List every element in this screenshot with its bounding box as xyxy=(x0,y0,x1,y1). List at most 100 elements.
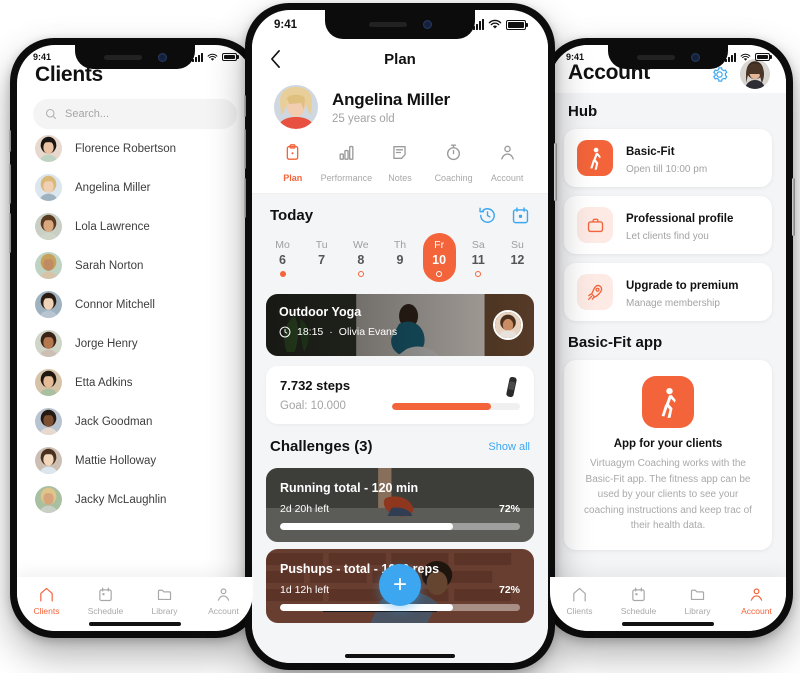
client-name: Mattie Holloway xyxy=(75,454,157,467)
day-of-week: Th xyxy=(393,239,407,251)
list-item[interactable]: Jacky McLaughlin xyxy=(17,480,253,519)
tab-account[interactable]: Account xyxy=(727,586,786,616)
avatar[interactable] xyxy=(274,85,318,129)
steps-progress-track xyxy=(392,403,520,410)
session-separator: · xyxy=(329,326,333,338)
note-icon xyxy=(390,143,409,167)
hub-list[interactable]: Basic-Fit Open till 10:00 pm Professiona… xyxy=(550,129,786,321)
client-profile-header[interactable]: Angelina Miller 25 years old xyxy=(252,79,548,129)
list-item[interactable]: Connor Mitchell xyxy=(17,285,253,324)
day-cell-we[interactable]: We 8 xyxy=(344,233,377,282)
challenges-section-header: Challenges (3) Show all xyxy=(252,424,548,461)
search-input[interactable]: Search... xyxy=(33,99,237,129)
back-chevron-icon[interactable] xyxy=(270,49,281,69)
tab-library[interactable]: Library xyxy=(668,586,727,616)
mute-switch[interactable] xyxy=(8,130,11,152)
today-actions[interactable] xyxy=(478,206,530,225)
volume-up-button[interactable] xyxy=(243,129,246,169)
day-cell-sa[interactable]: Sa 11 xyxy=(462,233,495,282)
power-button[interactable] xyxy=(792,178,795,236)
client-list[interactable]: Florence Robertson Angelina Miller Lola … xyxy=(17,129,253,519)
session-coach: Olivia Evans xyxy=(338,326,398,338)
list-item[interactable]: Lola Lawrence xyxy=(17,207,253,246)
tab-label: Library xyxy=(151,606,178,616)
segment-label: Coaching xyxy=(434,173,473,183)
search-icon xyxy=(45,108,57,120)
list-item[interactable]: Mattie Holloway xyxy=(17,441,253,480)
day-marker-dot xyxy=(397,271,403,277)
segment-performance[interactable]: Performance xyxy=(320,143,374,183)
tab-clients[interactable]: Clients xyxy=(550,586,609,616)
app-promo-body: Virtuagym Coaching works with the Basic-… xyxy=(584,458,752,531)
list-item[interactable]: Etta Adkins xyxy=(17,363,253,402)
day-cell-fr[interactable]: Fr 10 xyxy=(422,233,456,282)
volume-down-button[interactable] xyxy=(243,178,246,218)
person-icon xyxy=(215,586,232,603)
segment-tabs[interactable]: Plan Performance Notes Coaching Account xyxy=(252,129,548,194)
client-name: Florence Robertson xyxy=(75,142,176,155)
session-time: 18:15 xyxy=(297,326,324,338)
steps-progress-fill xyxy=(392,403,491,410)
rocket-icon xyxy=(577,274,613,310)
mute-switch[interactable] xyxy=(243,95,246,117)
three-phone-mockup: 9:41 Clients Search... Florence Robertso… xyxy=(0,0,800,673)
list-item[interactable]: Angelina Miller xyxy=(17,168,253,207)
hub-item[interactable]: Professional profile Let clients find yo… xyxy=(564,196,772,254)
add-button[interactable]: + xyxy=(379,564,421,606)
tab-schedule[interactable]: Schedule xyxy=(76,586,135,616)
challenge-percent: 72% xyxy=(498,503,520,515)
session-title: Outdoor Yoga xyxy=(279,305,362,319)
home-icon xyxy=(571,586,588,603)
segment-notes[interactable]: Notes xyxy=(373,143,427,183)
hub-item-title: Upgrade to premium xyxy=(626,279,739,292)
show-all-link[interactable]: Show all xyxy=(488,441,530,453)
hub-item[interactable]: Upgrade to premium Manage membership xyxy=(564,263,772,321)
week-date-selector[interactable]: Mo 6 Tu 7 We 8 Th 9 Fr 10 Sa 11 Su 12 xyxy=(252,231,548,288)
avatar xyxy=(35,408,62,435)
segment-coaching[interactable]: Coaching xyxy=(427,143,481,183)
tab-label: Schedule xyxy=(620,606,657,616)
client-age: 25 years old xyxy=(332,112,395,125)
tab-account[interactable]: Account xyxy=(194,586,253,616)
app-promo-card[interactable]: App for your clients Virtuagym Coaching … xyxy=(564,360,772,550)
volume-down-button[interactable] xyxy=(8,213,11,253)
challenge-card[interactable]: Running total - 120 min 2d 20h left 72% xyxy=(266,468,534,542)
calendar-icon xyxy=(630,586,647,603)
client-name: Connor Mitchell xyxy=(75,298,155,311)
power-button[interactable] xyxy=(554,143,557,201)
history-icon[interactable] xyxy=(478,206,497,225)
segment-account[interactable]: Account xyxy=(480,143,534,183)
steps-card[interactable]: 7.732 steps Goal: 10.000 xyxy=(266,366,534,424)
left-screen: 9:41 Clients Search... Florence Robertso… xyxy=(17,45,253,631)
avatar xyxy=(35,447,62,474)
day-of-week: Su xyxy=(511,239,524,251)
tab-label: Account xyxy=(741,606,772,616)
segment-plan[interactable]: Plan xyxy=(266,143,320,183)
client-name: Angelina Miller xyxy=(75,181,151,194)
avatar xyxy=(35,213,62,240)
volume-up-button[interactable] xyxy=(8,164,11,204)
nav-title: Plan xyxy=(384,50,416,68)
coach-avatar[interactable] xyxy=(493,310,523,340)
tab-schedule[interactable]: Schedule xyxy=(609,586,668,616)
list-item[interactable]: Florence Robertson xyxy=(17,129,253,168)
list-item[interactable]: Sarah Norton xyxy=(17,246,253,285)
day-of-week: We xyxy=(353,239,369,251)
front-camera-icon xyxy=(422,20,432,29)
hub-item[interactable]: Basic-Fit Open till 10:00 pm xyxy=(564,129,772,187)
session-card[interactable]: Outdoor Yoga 18:15 · Olivia Evans xyxy=(266,294,534,356)
calendar-add-icon[interactable] xyxy=(511,206,530,225)
list-item[interactable]: Jorge Henry xyxy=(17,324,253,363)
day-cell-tu[interactable]: Tu 7 xyxy=(305,233,338,282)
day-cell-su[interactable]: Su 12 xyxy=(501,233,534,282)
list-item[interactable]: Jack Goodman xyxy=(17,402,253,441)
center-header-area: Plan Angelina Miller 25 years old Plan P… xyxy=(252,39,548,194)
status-time: 9:41 xyxy=(274,18,298,31)
day-number: 6 xyxy=(279,253,286,267)
day-cell-mo[interactable]: Mo 6 xyxy=(266,233,299,282)
tab-clients[interactable]: Clients xyxy=(17,586,76,616)
day-cell-th[interactable]: Th 9 xyxy=(383,233,416,282)
tab-library[interactable]: Library xyxy=(135,586,194,616)
client-name: Jack Goodman xyxy=(75,415,153,428)
challenge-progress-track xyxy=(280,523,520,530)
